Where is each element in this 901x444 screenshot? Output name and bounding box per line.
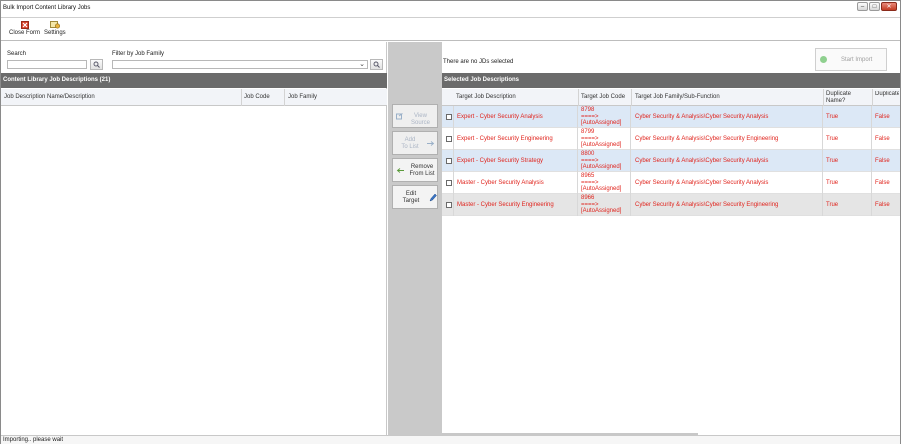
dup-name-cell: True	[823, 150, 872, 172]
search-input[interactable]	[7, 60, 87, 69]
content-library-header: Content Library Job Descriptions (21)	[1, 73, 387, 88]
column-header-job-code[interactable]: Job Code	[244, 94, 270, 100]
target-family-cell: Cyber Security & Analysis\Cyber Security…	[631, 128, 823, 150]
import-window: Bulk Import Content Library Jobs – □ ✕ C…	[0, 0, 901, 444]
window-title: Bulk Import Content Library Jobs	[3, 5, 91, 11]
add-to-list-button[interactable]: Add To List	[392, 131, 438, 155]
arrow-right-icon	[427, 141, 435, 146]
table-row[interactable]: Expert - Cyber Security Strategy 8800 ===…	[442, 150, 900, 172]
dup-code-cell: False	[875, 114, 890, 120]
target-code-cell: 8800 ====> [AutoAssigned]	[578, 150, 631, 172]
target-family-cell: Cyber Security & Analysis\Cyber Security…	[631, 194, 823, 216]
chevron-down-icon: ⌄	[359, 61, 365, 68]
selected-panel: There are no JDs selected Start Import S…	[442, 42, 900, 435]
content-library-grid-header: Job Description Name/Description Job Cod…	[1, 89, 387, 106]
toolbar: Close Form Settings	[1, 17, 900, 41]
start-icon	[820, 56, 827, 63]
remove-from-list-button[interactable]: Remove From List	[392, 158, 438, 182]
view-source-button[interactable]: View Source	[392, 104, 438, 128]
magnifier-icon	[373, 61, 380, 68]
column-header-target-code[interactable]: Target Job Code	[581, 94, 625, 100]
target-family-cell: Cyber Security & Analysis\Cyber Security…	[631, 106, 823, 128]
target-code-cell: 8798 ====> [AutoAssigned]	[578, 106, 631, 128]
title-bar: Bulk Import Content Library Jobs – □ ✕	[1, 1, 900, 17]
selection-status: There are no JDs selected	[443, 59, 514, 65]
dup-code-cell: False	[875, 202, 890, 208]
target-code-cell: 8966 ====> [AutoAssigned]	[578, 194, 631, 216]
status-bar: Importing.. please wait	[1, 435, 900, 444]
row-checkbox[interactable]	[446, 136, 452, 142]
target-desc-cell: Expert - Cyber Security Strategy	[454, 150, 578, 172]
close-window-button[interactable]: ✕	[881, 2, 897, 11]
job-family-select[interactable]: ⌄	[112, 60, 368, 69]
target-desc-cell: Expert - Cyber Security Analysis	[454, 106, 578, 128]
start-import-button[interactable]: Start Import	[815, 48, 887, 71]
close-form-label: Close Form	[9, 30, 41, 36]
table-row[interactable]: Master - Cyber Security Engineering 8966…	[442, 194, 900, 216]
status-text: Importing.. please wait	[3, 437, 64, 443]
dup-name-cell: True	[823, 106, 872, 128]
table-row[interactable]: Expert - Cyber Security Engineering 8799…	[442, 128, 900, 150]
row-checkbox[interactable]	[446, 158, 452, 164]
pencil-icon	[429, 193, 437, 202]
dup-code-cell: False	[875, 180, 890, 186]
column-header-dup-code[interactable]: Duplicate Code?	[875, 91, 899, 98]
table-row[interactable]: Master - Cyber Security Analysis 8965 ===…	[442, 172, 900, 194]
content-library-panel: Search Filter by Job Family ⌄ Content Li…	[1, 42, 387, 435]
table-row[interactable]: Expert - Cyber Security Analysis 8798 ===…	[442, 106, 900, 128]
column-header-target-desc[interactable]: Target Job Description	[456, 94, 516, 100]
minimize-icon: –	[860, 3, 865, 10]
add-to-list-label: Add To List	[401, 137, 419, 150]
column-header-target-family[interactable]: Target Job Family/Sub-Function	[635, 94, 720, 100]
edit-target-label: Edit Target	[402, 191, 420, 204]
target-desc-cell: Expert - Cyber Security Engineering	[454, 128, 578, 150]
target-desc-cell: Master - Cyber Security Engineering	[454, 194, 578, 216]
column-header-job-family[interactable]: Job Family	[288, 94, 317, 100]
maximize-button[interactable]: □	[869, 2, 880, 11]
window-controls: – □ ✕	[857, 2, 897, 11]
action-column: View Source Add To List Remove From List E…	[388, 42, 442, 435]
settings-button[interactable]: Settings	[44, 20, 66, 36]
column-header-name[interactable]: Job Description Name/Description	[4, 94, 95, 100]
settings-label: Settings	[44, 30, 66, 36]
dup-code-cell: False	[875, 136, 890, 142]
view-source-icon	[396, 113, 403, 120]
target-family-cell: Cyber Security & Analysis\Cyber Security…	[631, 150, 823, 172]
edit-target-button[interactable]: Edit Target	[392, 185, 438, 209]
dup-code-cell: False	[875, 158, 890, 164]
search-button[interactable]	[90, 59, 103, 70]
target-code-cell: 8965 ====> [AutoAssigned]	[578, 172, 631, 194]
settings-icon	[49, 20, 60, 30]
row-checkbox[interactable]	[446, 180, 452, 186]
job-family-filter-label: Filter by Job Family	[112, 51, 165, 57]
row-checkbox[interactable]	[446, 114, 452, 120]
selected-jds-header: Selected Job Descriptions	[442, 73, 900, 88]
target-code-cell: 8799 ====> [AutoAssigned]	[578, 128, 631, 150]
dup-name-cell: True	[823, 128, 872, 150]
dup-name-cell: True	[823, 194, 872, 216]
arrow-left-icon	[396, 168, 404, 173]
row-checkbox[interactable]	[446, 202, 452, 208]
remove-from-list-label: Remove From List	[409, 164, 435, 177]
close-form-icon	[20, 20, 29, 30]
selected-grid-header: Target Job Description Target Job Code T…	[442, 89, 900, 106]
target-family-cell: Cyber Security & Analysis\Cyber Security…	[631, 172, 823, 194]
close-form-button[interactable]: Close Form	[9, 20, 40, 36]
search-label: Search	[7, 51, 27, 57]
magnifier-icon	[93, 61, 100, 68]
column-header-dup-name[interactable]: Duplicate Name?	[826, 91, 856, 105]
view-source-label: View Source	[410, 113, 430, 126]
job-family-search-button[interactable]	[370, 59, 383, 70]
minimize-button[interactable]: –	[857, 2, 868, 11]
dup-name-cell: True	[823, 172, 872, 194]
start-import-label: Start Import	[841, 56, 873, 63]
target-desc-cell: Master - Cyber Security Analysis	[454, 172, 578, 194]
close-icon: ✕	[886, 3, 892, 10]
maximize-icon: □	[872, 3, 877, 10]
